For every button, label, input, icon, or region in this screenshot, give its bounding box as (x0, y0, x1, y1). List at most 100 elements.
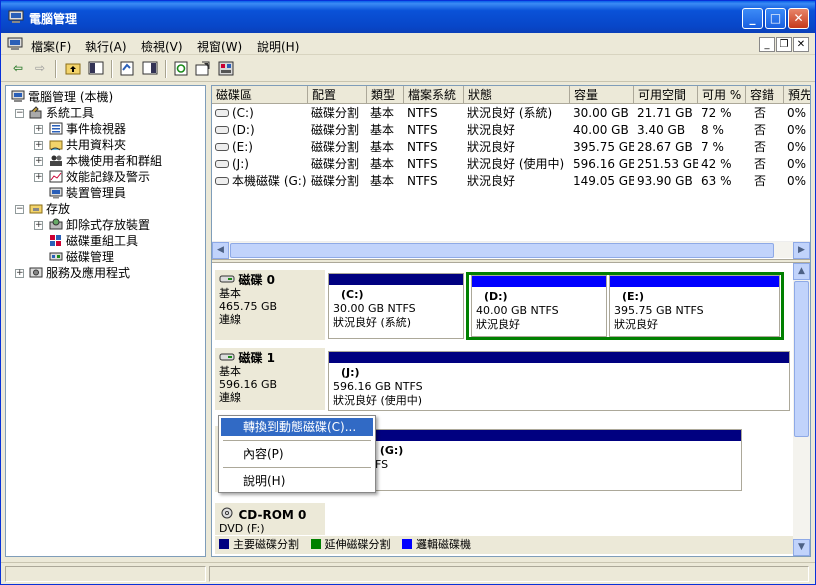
tree-label: 服務及應用程式 (46, 266, 131, 280)
partition-g[interactable]: 碟 (G:) B NTFS 好 (328, 429, 742, 491)
tree-item-system-tools[interactable]: 系統工具 (29, 105, 94, 121)
expand-perf-logs-icon[interactable]: + (34, 173, 43, 182)
tree-item-services-apps[interactable]: 服務及應用程式 (29, 265, 130, 281)
volume-name: (D:) (232, 123, 255, 137)
collapse-storage-icon[interactable]: − (15, 205, 24, 214)
scroll-thumb[interactable] (230, 243, 774, 258)
scroll-up-button[interactable]: ▲ (793, 263, 810, 280)
column-header-overhead[interactable]: 預先 (784, 86, 810, 104)
menu-file[interactable]: 檔案(F) (31, 38, 71, 55)
horizontal-scrollbar[interactable]: ◀ ▶ (212, 241, 810, 259)
tree-label: 系統工具 (46, 106, 95, 120)
column-header-layout[interactable]: 配置 (308, 86, 367, 104)
tools-icon (29, 106, 42, 119)
column-header-type[interactable]: 類型 (367, 86, 404, 104)
properties-item[interactable]: 內容(P) (221, 445, 373, 463)
status-bar (1, 562, 815, 584)
help-topics-icon[interactable] (141, 60, 159, 77)
minimize-button[interactable]: _ (742, 8, 763, 29)
tree-label: 裝置管理員 (66, 186, 127, 200)
partition-status: 狀況良好 (614, 318, 658, 331)
volume-row[interactable]: (E:) 磁碟分割 基本 NTFS 狀況良好 395.75 GB 28.67 G… (212, 139, 810, 156)
volume-cell: 63 % (701, 174, 732, 188)
help-item[interactable]: 說明(H) (221, 472, 373, 490)
column-header-percent-free[interactable]: 可用 % (698, 86, 746, 104)
menu-view[interactable]: 檢視(V) (141, 38, 183, 55)
expand-services-icon[interactable]: + (15, 269, 24, 278)
scroll-right-button[interactable]: ▶ (793, 242, 810, 259)
disk-0-label[interactable]: 磁碟 0 基本 465.75 GB 連線 (215, 270, 325, 340)
close-button[interactable]: ✕ (788, 8, 809, 29)
partition-j[interactable]: (J:) 596.16 GB NTFS 狀況良好 (使用中) (328, 351, 790, 411)
volume-cell: 0% (787, 174, 807, 188)
properties-icon[interactable] (118, 60, 136, 77)
menu-help[interactable]: 說明(H) (257, 38, 299, 55)
column-header-capacity[interactable]: 容量 (570, 86, 634, 104)
vertical-scrollbar[interactable]: ▲ ▼ (793, 263, 810, 556)
volume-row[interactable]: (D:) 磁碟分割 基本 NTFS 狀況良好 40.00 GB 3.40 GB … (212, 122, 810, 139)
export-list-icon[interactable] (194, 60, 212, 77)
volume-row[interactable]: 本機磁碟 (G:) 磁碟分割 基本 NTFS 狀況良好 149.05 GB 93… (212, 173, 810, 190)
disk-settings-icon[interactable] (217, 60, 235, 77)
mdi-minimize-button[interactable]: _ (759, 37, 775, 52)
scroll-thumb[interactable] (794, 281, 809, 437)
partition-info: 596.16 GB NTFS (333, 380, 423, 393)
partition-d[interactable]: (D:) 40.00 GB NTFS 狀況良好 (471, 275, 607, 337)
tree-item-device-manager[interactable]: 裝置管理員 (49, 185, 126, 201)
mmc-icon[interactable] (7, 37, 23, 51)
refresh-icon[interactable] (172, 60, 190, 77)
tree-item-removable-storage[interactable]: 卸除式存放裝置 (49, 217, 150, 233)
volume-cell: 0% (787, 140, 807, 154)
volume-cell: 3.40 GB (637, 123, 686, 137)
volume-cell: 磁碟分割 (311, 174, 360, 188)
disk-1-label[interactable]: 磁碟 1 基本 596.16 GB 連線 (215, 348, 325, 410)
tree-item-local-users[interactable]: 本機使用者和群組 (49, 153, 162, 169)
legend-logical: 邏輯磁碟機 (416, 538, 471, 551)
volume-row[interactable]: (C:) 磁碟分割 基本 NTFS 狀況良好 (系統) 30.00 GB 21.… (212, 105, 810, 122)
column-header-free-space[interactable]: 可用空間 (634, 86, 698, 104)
tree-item-defrag[interactable]: 磁碟重組工具 (49, 233, 138, 249)
menu-window[interactable]: 視窗(W) (197, 38, 242, 55)
tree-item-disk-management[interactable]: 磁碟管理 (49, 249, 114, 265)
collapse-system-tools-icon[interactable]: − (15, 109, 24, 118)
column-header-filesystem[interactable]: 檔案系統 (404, 86, 464, 104)
forward-button[interactable]: ⇨ (31, 60, 49, 77)
tree-item-storage[interactable]: 存放 (29, 201, 70, 217)
volume-name-cell: (E:) (212, 139, 308, 156)
expand-event-viewer-icon[interactable]: + (34, 125, 43, 134)
menu-action[interactable]: 執行(A) (85, 38, 127, 55)
tree-item-perf-logs[interactable]: 效能記錄及警示 (49, 169, 150, 185)
partition-status: 狀況良好 (系統) (333, 316, 412, 329)
extended-partition[interactable]: (D:) 40.00 GB NTFS 狀況良好 (E:) 395.75 GB N… (466, 272, 784, 340)
back-button[interactable]: ⇦ (9, 60, 27, 77)
volume-row[interactable]: (J:) 磁碟分割 基本 NTFS 狀況良好 (使用中) 596.16 GB 2… (212, 156, 810, 173)
volume-cell: 40.00 GB (573, 123, 629, 137)
column-header-volume[interactable]: 磁碟區 (212, 86, 308, 104)
volume-cell: NTFS (407, 106, 438, 120)
title-bar[interactable]: 電腦管理 _ □ ✕ (1, 1, 815, 33)
volume-cell: 8 % (701, 123, 724, 137)
tree-root[interactable]: 電腦管理 (本機) (11, 89, 113, 105)
expand-removable-storage-icon[interactable]: + (34, 221, 43, 230)
partition-e[interactable]: (E:) 395.75 GB NTFS 狀況良好 (609, 275, 780, 337)
partition-c[interactable]: (C:) 30.00 GB NTFS 狀況良好 (系統) (328, 273, 464, 339)
volume-cell: 磁碟分割 (311, 157, 360, 171)
maximize-button[interactable]: □ (765, 8, 786, 29)
menu-separator (223, 440, 371, 441)
expand-local-users-icon[interactable]: + (34, 157, 43, 166)
tree-item-event-viewer[interactable]: 事件檢視器 (49, 121, 126, 137)
expand-shared-folders-icon[interactable]: + (34, 141, 43, 150)
up-folder-icon[interactable] (64, 60, 82, 77)
column-header-fault-tolerance[interactable]: 容錯 (746, 86, 784, 104)
show-hide-tree-icon[interactable] (87, 60, 105, 77)
cdrom-0-label[interactable]: CD-ROM 0 DVD (F:) (215, 503, 325, 535)
tree-label: 磁碟重組工具 (66, 234, 139, 248)
mdi-restore-button[interactable]: ❐ (776, 37, 792, 52)
mdi-close-button[interactable]: ✕ (793, 37, 809, 52)
tree-item-shared-folders[interactable]: 共用資料夾 (49, 137, 126, 153)
volume-name-cell: (J:) (212, 156, 308, 173)
scroll-left-button[interactable]: ◀ (212, 242, 229, 259)
convert-to-dynamic-disk-item[interactable]: 轉換到動態磁碟(C)... (221, 418, 373, 436)
scroll-down-button[interactable]: ▼ (793, 539, 810, 556)
column-header-status[interactable]: 狀態 (464, 86, 570, 104)
